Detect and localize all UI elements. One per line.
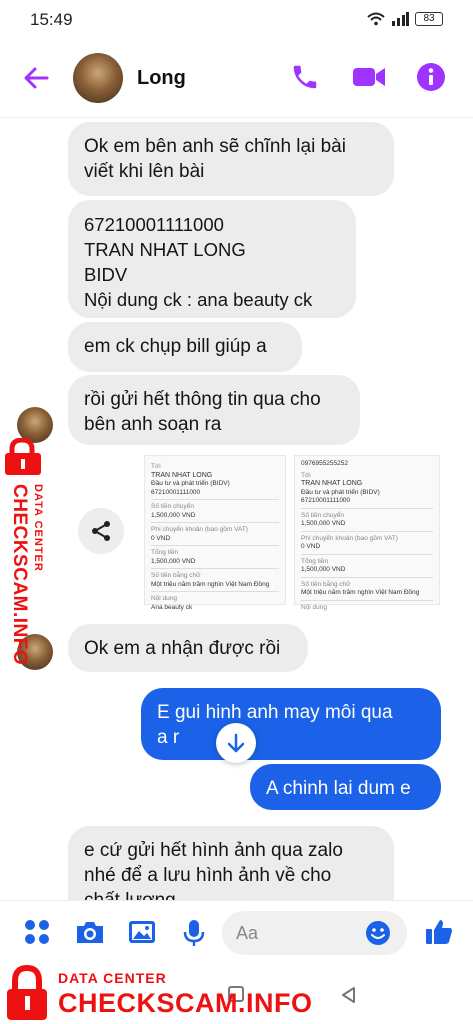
watermark-data-center: DATA CENTER [58, 970, 167, 986]
like-icon[interactable] [424, 917, 454, 947]
message-bubble-incoming[interactable]: Ok em a nhận được rồi [68, 624, 308, 672]
receipt-words: Một triệu năm trăm nghìn Việt Nam Đồng [151, 580, 270, 588]
receipt-amount: 1,500,000 VND [151, 511, 196, 519]
receipt-total: 1,500,000 VND [301, 566, 346, 573]
arrow-down-icon [227, 733, 245, 753]
contact-name[interactable]: Long [137, 67, 186, 90]
scroll-to-bottom-button[interactable] [216, 723, 256, 763]
receipt-label: Số tiền bằng chữ [301, 580, 351, 588]
watermark-bottom: DATA CENTER CHECKSCAM.INFO [0, 960, 312, 1024]
lock-icon [7, 964, 47, 1020]
message-bubble-incoming[interactable]: e cứ gửi hết hình ảnh qua zalo nhé để a … [68, 826, 394, 900]
watermark-data-center: DATA CENTER [32, 484, 44, 572]
receipt-words: Một triệu năm trăm nghìn Việt Nam Đồng [301, 589, 420, 596]
message-list[interactable]: Ok em bên anh sẽ chĩnh lại bài viết khi … [0, 118, 473, 900]
message-bubble-outgoing[interactable]: A chinh lai dum e [250, 764, 441, 810]
receipt-label: Số tiền bằng chữ [151, 572, 201, 579]
phone-icon[interactable] [290, 62, 320, 92]
receipt-label: Tới [301, 471, 311, 479]
receipt-label: Phí chuyển khoản (bao gồm VAT) [301, 534, 398, 542]
contact-avatar[interactable] [73, 53, 123, 103]
battery-icon: 83 [415, 12, 443, 26]
receipt-bank: Đầu tư và phát triển (BIDV) [301, 488, 380, 496]
transfer-receipt-image[interactable]: 0976955255252 Tới TRAN NHAT LONG Đầu tư … [294, 455, 440, 611]
receipt-account: 67210001111000 [151, 488, 201, 496]
receipt-bank: Đầu tư và phát triển (BIDV) [151, 480, 230, 487]
message-bubble-incoming[interactable]: Ok em bên anh sẽ chĩnh lại bài viết khi … [68, 122, 394, 196]
back-arrow-icon[interactable] [22, 64, 50, 92]
receipt-amount: 1,500,000 VND [301, 520, 346, 527]
message-input-placeholder: Aa [236, 923, 259, 943]
apps-icon[interactable] [24, 919, 50, 945]
watermark-checkscam: CHECKSCAM.INFO [58, 988, 313, 1018]
mic-icon[interactable] [182, 919, 206, 947]
message-composer: Aa [0, 900, 473, 964]
receipt-top-number: 0976955255252 [301, 460, 348, 467]
transfer-receipt-image[interactable]: Tới TRAN NHAT LONG Đầu tư và phát triển … [144, 455, 286, 611]
status-bar: 15:49 83 [0, 0, 473, 38]
receipt-label: Nội dung [151, 595, 178, 602]
chat-header: Long [0, 40, 473, 118]
back-nav-icon[interactable] [340, 986, 356, 1004]
info-icon[interactable] [416, 62, 446, 92]
watermark-checkscam: CHECKSCAM.INFO [9, 484, 30, 666]
receipt-fee: 0 VND [301, 543, 321, 550]
share-icon [92, 521, 110, 541]
status-time: 15:49 [30, 10, 73, 29]
image-icon[interactable] [128, 919, 156, 945]
message-bubble-outgoing[interactable]: E gui hinh anh may môi qua a r [141, 688, 441, 760]
watermark-side: DATA CENTER CHECKSCAM.INFO [0, 438, 60, 668]
video-icon[interactable] [352, 62, 386, 92]
receipt-label: Tổng tiền [151, 549, 179, 556]
message-bubble-incoming[interactable]: 67210001111000 TRAN NHAT LONG BIDV Nội d… [68, 200, 356, 318]
message-bubble-incoming[interactable]: rồi gửi hết thông tin qua cho bên anh so… [68, 375, 360, 445]
receipt-label: Tới [151, 463, 161, 470]
receipt-fee: 0 VND [151, 534, 171, 542]
share-button[interactable] [78, 508, 124, 554]
status-icons: 83 [367, 12, 443, 26]
message-bubble-incoming[interactable]: em ck chụp bill giúp a [68, 322, 302, 372]
receipt-name: TRAN NHAT LONG [301, 480, 363, 487]
receipt-label: Số tiền chuyển [301, 511, 345, 519]
emoji-icon[interactable] [365, 920, 391, 946]
receipt-label: Nội dung [301, 603, 328, 611]
receipt-name: TRAN NHAT LONG [151, 471, 213, 479]
receipt-label: Tổng tiền [301, 557, 329, 565]
wifi-icon [367, 12, 385, 26]
camera-icon[interactable] [75, 919, 105, 945]
receipt-content: Ana beauty ck [151, 603, 193, 611]
lock-icon [5, 438, 41, 475]
signal-icon [392, 12, 409, 26]
receipt-total: 1,500,000 VND [151, 557, 196, 565]
receipt-label: Số tiền chuyển [151, 503, 195, 510]
receipt-account: 67210001111000 [301, 497, 351, 504]
receipt-label: Phí chuyển khoản (bao gồm VAT) [151, 526, 248, 533]
